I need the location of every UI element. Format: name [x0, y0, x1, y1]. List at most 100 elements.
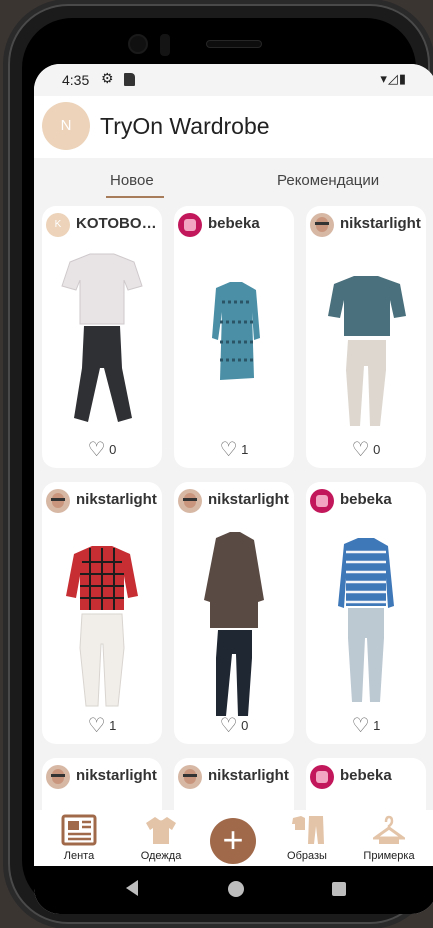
- nav-clothes[interactable]: Одежда: [126, 810, 196, 866]
- hanger-icon: [373, 815, 405, 844]
- feed-tabs: Новое Рекомендации: [34, 158, 433, 206]
- outfit-card[interactable]: nikstarlight ♡ 0: [306, 206, 426, 468]
- card-header: bebeka: [306, 758, 426, 792]
- card-header: nikstarlight: [174, 758, 294, 792]
- heart-icon[interactable]: ♡: [220, 715, 238, 737]
- outfit-image[interactable]: [42, 242, 162, 442]
- user-name[interactable]: nikstarlight: [208, 767, 290, 784]
- like-count: 1: [373, 718, 381, 733]
- outfit-card[interactable]: bebeka ♡ 1: [306, 482, 426, 744]
- recent-apps-icon[interactable]: [332, 882, 346, 896]
- outfit-image[interactable]: [174, 518, 294, 718]
- like-count: 1: [241, 442, 249, 457]
- nav-label-feed: Лента: [63, 850, 95, 862]
- user-avatar[interactable]: [310, 213, 334, 237]
- heart-icon[interactable]: ♡: [352, 439, 370, 461]
- status-time: 4:35: [62, 72, 90, 88]
- user-name[interactable]: nikstarlight: [208, 491, 290, 508]
- card-header: bebeka: [306, 482, 426, 516]
- like-counter[interactable]: ♡ 0: [306, 437, 426, 462]
- user-name[interactable]: nikstarlight: [340, 215, 422, 232]
- outfit-image[interactable]: [42, 518, 162, 718]
- active-tab-indicator: [106, 196, 164, 198]
- card-header: nikstarlight: [174, 482, 294, 516]
- nav-tryon[interactable]: Примерка: [354, 810, 424, 866]
- outfit-card[interactable]: nikstarlight: [174, 758, 294, 810]
- outfit-image[interactable]: [174, 242, 294, 442]
- earpiece-speaker: [206, 40, 262, 48]
- outfit-card[interactable]: nikstarlight ♡ 0: [174, 482, 294, 744]
- nav-label-outfits: Образы: [287, 850, 327, 862]
- user-avatar[interactable]: [46, 765, 70, 789]
- heart-icon[interactable]: ♡: [88, 715, 106, 737]
- outfit-image[interactable]: [306, 518, 426, 718]
- bottom-navigation: Лента Одежда + Образы Примерка: [34, 810, 433, 866]
- user-avatar[interactable]: [178, 765, 202, 789]
- home-icon[interactable]: [228, 881, 244, 897]
- card-header: nikstarlight: [306, 206, 426, 240]
- like-counter[interactable]: ♡ 1: [306, 713, 426, 738]
- user-avatar[interactable]: K: [46, 213, 70, 237]
- back-icon[interactable]: [126, 880, 138, 896]
- user-name[interactable]: bebeka: [340, 767, 422, 784]
- outfit-feed[interactable]: K KOTOBOKCbI ♡ 0 bebeka: [34, 206, 433, 810]
- like-count: 0: [241, 718, 249, 733]
- app-title: TryOn Wardrobe: [100, 113, 270, 139]
- plus-icon: +: [222, 819, 244, 860]
- outfit-card[interactable]: nikstarlight: [42, 758, 162, 810]
- user-avatar[interactable]: [178, 213, 202, 237]
- profile-avatar[interactable]: N: [42, 102, 90, 150]
- outfits-icon: [292, 816, 324, 844]
- like-counter[interactable]: ♡ 0: [42, 437, 162, 462]
- like-counter[interactable]: ♡ 1: [42, 713, 162, 738]
- app-header: N TryOn Wardrobe: [34, 96, 433, 158]
- tab-recommendations[interactable]: Рекомендации: [277, 172, 379, 189]
- outfit-image[interactable]: [306, 242, 426, 442]
- tshirt-icon: [146, 817, 176, 844]
- user-name[interactable]: KOTOBOKCbI: [76, 215, 158, 232]
- nav-label-clothes: Одежда: [140, 850, 182, 862]
- like-count: 1: [109, 718, 117, 733]
- system-navigation-bar: [34, 866, 433, 914]
- outfit-card[interactable]: K KOTOBOKCbI ♡ 0: [42, 206, 162, 468]
- heart-icon[interactable]: ♡: [220, 439, 238, 461]
- user-name[interactable]: nikstarlight: [76, 491, 158, 508]
- user-avatar[interactable]: [46, 489, 70, 513]
- user-avatar[interactable]: [178, 489, 202, 513]
- heart-icon[interactable]: ♡: [88, 439, 106, 461]
- like-counter[interactable]: ♡ 0: [174, 713, 294, 738]
- proximity-sensor: [160, 34, 170, 56]
- tab-new[interactable]: Новое: [110, 172, 154, 189]
- card-header: K KOTOBOKCbI: [42, 206, 162, 240]
- outfit-card[interactable]: bebeka ♡ 1: [174, 206, 294, 468]
- like-count: 0: [109, 442, 117, 457]
- wifi-icon: ▾: [380, 71, 388, 86]
- settings-icon: ⚙: [101, 70, 114, 86]
- heart-icon[interactable]: ♡: [352, 715, 370, 737]
- user-avatar[interactable]: [310, 765, 334, 789]
- nav-outfits[interactable]: Образы: [272, 810, 342, 866]
- front-camera: [128, 34, 148, 54]
- nav-feed[interactable]: Лента: [44, 810, 114, 866]
- user-name[interactable]: bebeka: [208, 215, 290, 232]
- user-name[interactable]: bebeka: [340, 491, 422, 508]
- feed-icon: [61, 814, 97, 846]
- battery-icon: ▮: [398, 71, 407, 86]
- like-counter[interactable]: ♡ 1: [174, 437, 294, 462]
- user-name[interactable]: nikstarlight: [76, 767, 158, 784]
- outfit-card[interactable]: nikstarlight ♡ 1: [42, 482, 162, 744]
- sd-card-icon: [124, 73, 135, 86]
- like-count: 0: [373, 442, 381, 457]
- card-header: nikstarlight: [42, 482, 162, 516]
- card-header: bebeka: [174, 206, 294, 240]
- nav-label-tryon: Примерка: [363, 850, 415, 862]
- signal-icon: ◿: [387, 71, 399, 86]
- status-bar: 4:35 ⚙ ▾◿▮: [34, 64, 433, 96]
- outfit-card[interactable]: bebeka: [306, 758, 426, 810]
- card-header: nikstarlight: [42, 758, 162, 792]
- add-button[interactable]: +: [210, 818, 256, 864]
- phone-frame: 4:35 ⚙ ▾◿▮ N TryOn Wardrobe Новое Рекоме…: [8, 4, 433, 924]
- user-avatar[interactable]: [310, 489, 334, 513]
- app-screen: 4:35 ⚙ ▾◿▮ N TryOn Wardrobe Новое Рекоме…: [34, 64, 433, 914]
- system-indicators: ▾◿▮: [380, 71, 407, 87]
